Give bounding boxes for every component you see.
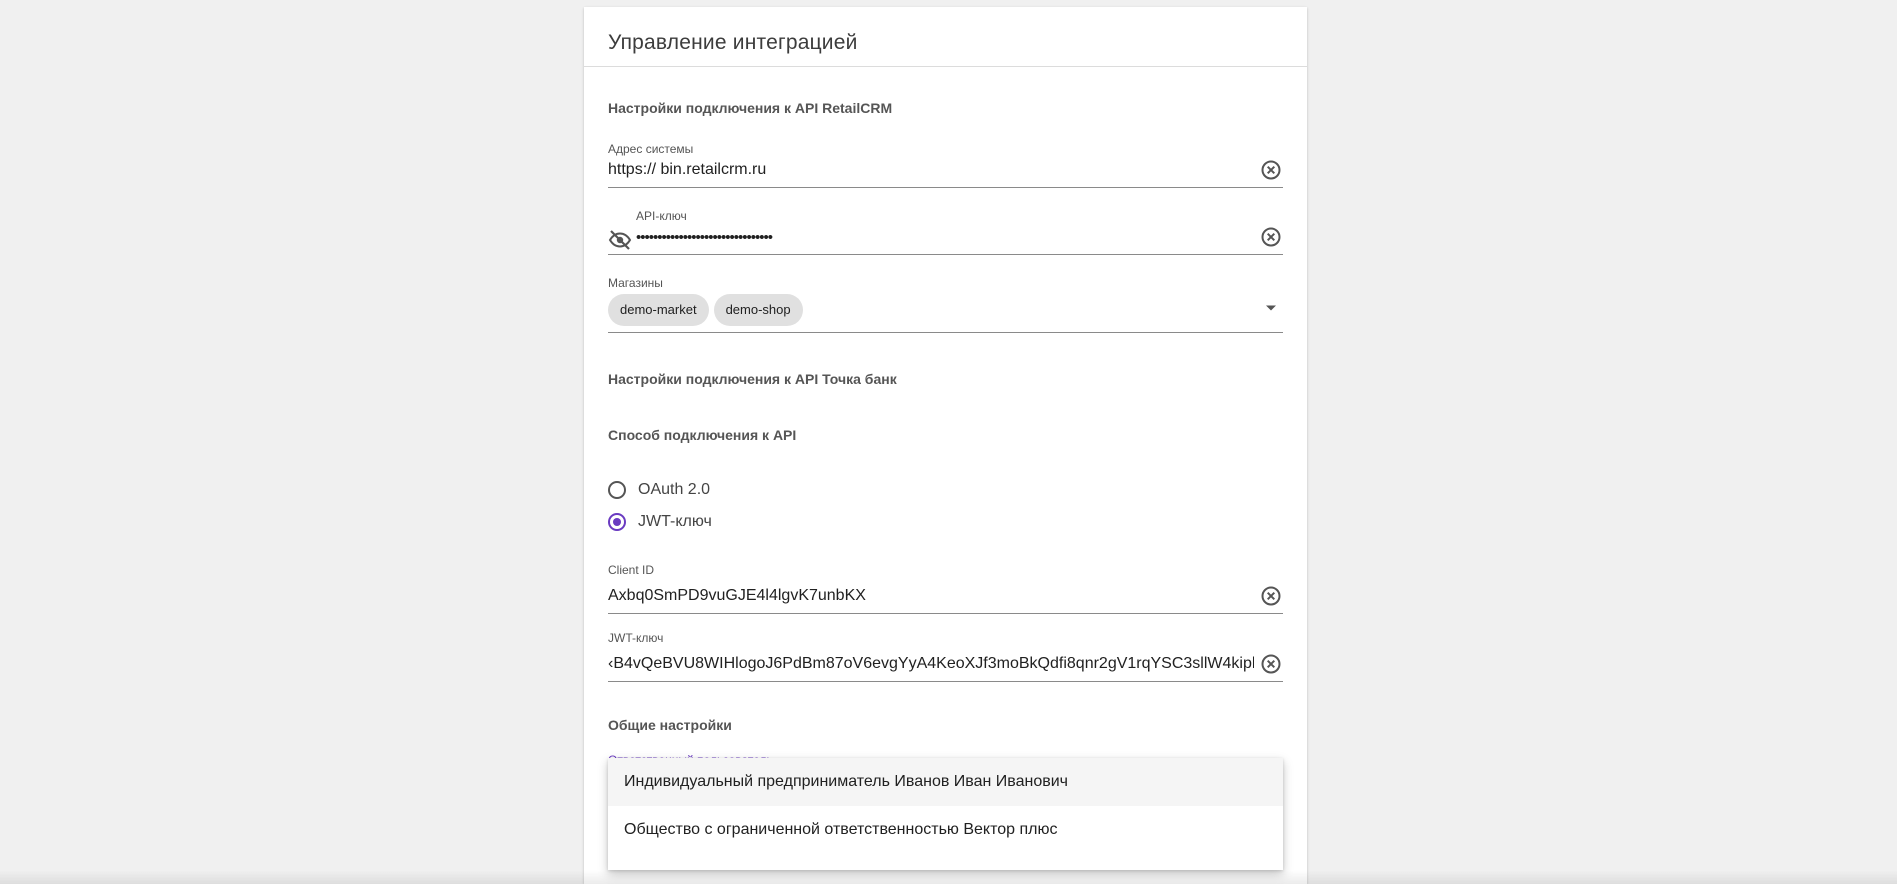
jwt-key-value[interactable]: ‹B4vQeBVU8WIHlogoJ6PdBm87oV6evgYyA4KeoXJ…: [608, 655, 1254, 673]
retailcrm-section-title: Настройки подключения к API RetailCRM: [608, 100, 893, 116]
radio-oauth[interactable]: OAuth 2.0: [608, 478, 710, 502]
address-label: Адрес системы: [608, 142, 694, 156]
client-id-label: Client ID: [608, 563, 655, 577]
radio-jwt-button[interactable]: [608, 513, 626, 531]
address-field[interactable]: Адрес системы https:// bin.retailcrm.ru: [608, 142, 1283, 188]
general-section-title: Общие настройки: [608, 717, 732, 733]
api-key-clear-icon[interactable]: [1259, 225, 1283, 249]
shop-chip[interactable]: demo-shop: [713, 294, 803, 326]
visibility-off-icon[interactable]: [608, 228, 632, 252]
menu-item-vector-plus[interactable]: Общество с ограниченной ответственностью…: [608, 806, 1283, 854]
client-id-clear-icon[interactable]: [1259, 584, 1283, 608]
shop-chip[interactable]: demo-market: [608, 294, 709, 326]
api-key-value[interactable]: ••••••••••••••••••••••••••••••••: [636, 229, 1236, 246]
page-title: Управление интеграцией: [608, 31, 858, 54]
menu-item-ip-ivanov[interactable]: Индивидуальный предприниматель Иванов Ив…: [608, 758, 1283, 806]
jwt-key-label: JWT-ключ: [608, 631, 664, 645]
address-clear-icon[interactable]: [1259, 158, 1283, 182]
client-id-field[interactable]: Client ID Axbq0SmPD9vuGJE4l4lgvK7unbKX: [608, 563, 1283, 614]
connection-method-title: Способ подключения к API: [608, 427, 797, 443]
integration-card: Управление интеграцией Настройки подключ…: [584, 7, 1307, 884]
api-key-field[interactable]: API-ключ •••••••••••••••••••••••••••••••…: [608, 209, 1283, 255]
bottom-shadow: [0, 870, 1897, 884]
responsible-user-menu: Индивидуальный предприниматель Иванов Ив…: [608, 758, 1283, 870]
client-id-value[interactable]: Axbq0SmPD9vuGJE4l4lgvK7unbKX: [608, 587, 1248, 605]
jwt-key-clear-icon[interactable]: [1259, 652, 1283, 676]
radio-jwt-label: JWT-ключ: [638, 513, 712, 530]
jwt-key-field[interactable]: JWT-ключ ‹B4vQeBVU8WIHlogoJ6PdBm87oV6evg…: [608, 631, 1283, 682]
card-header: Управление интеграцией: [584, 7, 1307, 67]
shops-select[interactable]: Магазины demo-market demo-shop: [608, 276, 1283, 333]
dropdown-arrow-icon[interactable]: [1265, 299, 1277, 317]
radio-jwt[interactable]: JWT-ключ: [608, 510, 712, 534]
tochka-section-title: Настройки подключения к API Точка банк: [608, 371, 897, 387]
radio-oauth-button[interactable]: [608, 481, 626, 499]
shops-chips: demo-market demo-shop: [608, 294, 808, 326]
shops-label: Магазины: [608, 276, 663, 290]
address-value[interactable]: https:// bin.retailcrm.ru: [608, 161, 1248, 179]
radio-oauth-label: OAuth 2.0: [638, 481, 711, 498]
api-key-label: API-ключ: [636, 209, 687, 223]
